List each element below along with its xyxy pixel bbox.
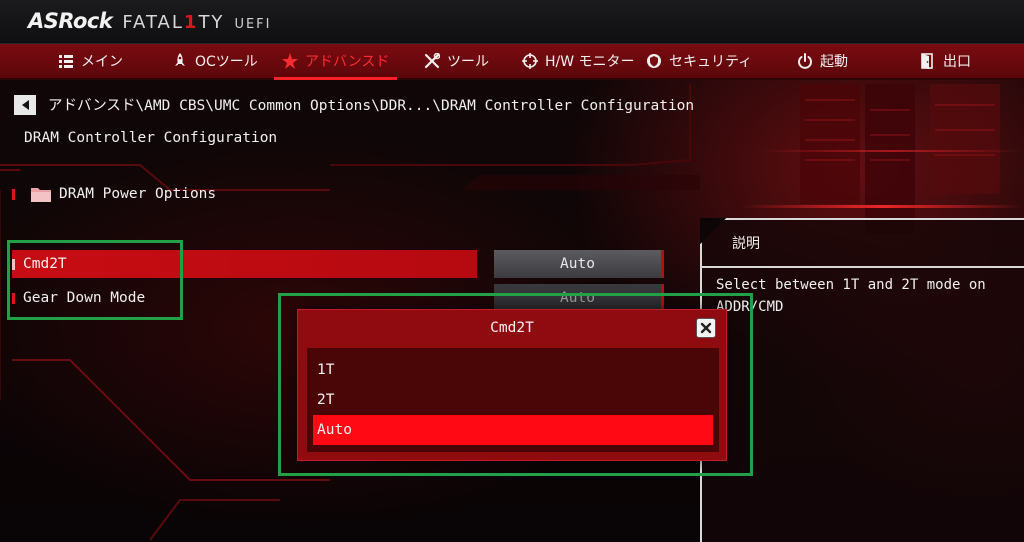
shield-icon <box>646 53 662 69</box>
page-title: DRAM Controller Configuration <box>24 130 278 146</box>
menu-advanced[interactable]: アドバンスド <box>273 44 398 80</box>
menu-hw-monitor[interactable]: H/W モニター <box>522 44 635 78</box>
cmd2t-popup: Cmd2T 1T 2T Auto <box>297 309 727 461</box>
option-gear-down-mode[interactable]: Gear Down Mode <box>12 284 477 312</box>
close-icon[interactable] <box>696 318 716 338</box>
back-arrow-icon[interactable] <box>14 94 36 115</box>
popup-option-1t[interactable]: 1T <box>313 355 713 385</box>
description-text: Select between 1T and 2T mode on ADDR/CM… <box>716 277 986 315</box>
menu-oc-tweaker[interactable]: OCツール <box>172 44 258 78</box>
breadcrumb: アドバンスド\AMD CBS\UMC Common Options\DDR...… <box>14 94 694 115</box>
description-divider <box>702 266 1024 268</box>
option-cmd2t-label: Cmd2T <box>23 256 67 272</box>
folder-icon <box>31 186 51 202</box>
submenu-label: DRAM Power Options <box>59 186 217 202</box>
fatal1ty-logo: FATAL1TY <box>122 12 225 33</box>
option-cmd2t-value[interactable]: Auto <box>494 250 664 278</box>
popup-option-list: 1T 2T Auto <box>307 348 719 452</box>
menu-security[interactable]: セキュリティ <box>646 44 752 78</box>
menu-hw-monitor-label: H/W モニター <box>545 54 635 70</box>
star-icon <box>282 53 298 69</box>
tools-icon <box>424 53 440 69</box>
menu-main-label: メイン <box>81 54 123 70</box>
option-gear-down-mode-value[interactable]: Auto <box>494 284 664 312</box>
row-marker <box>12 258 15 270</box>
asrock-logo: ASRock <box>28 9 113 33</box>
menu-oc-tweaker-label: OCツール <box>195 54 258 70</box>
menu-exit-label: 出口 <box>943 54 971 70</box>
popup-option-2t[interactable]: 2T <box>313 385 713 415</box>
menu-boot-label: 起動 <box>820 54 848 70</box>
power-icon <box>797 53 813 69</box>
popup-title: Cmd2T <box>490 320 534 336</box>
row-marker <box>12 188 15 200</box>
menu-tool[interactable]: ツール <box>424 44 489 78</box>
option-gear-down-mode-label: Gear Down Mode <box>23 290 146 306</box>
description-panel: 説明 Select between 1T and 2T mode on ADDR… <box>700 218 1024 542</box>
menu-main[interactable]: メイン <box>58 44 123 78</box>
submenu-dram-power-options[interactable]: DRAM Power Options <box>12 182 216 206</box>
menu-tool-label: ツール <box>447 54 489 70</box>
menu-advanced-label: アドバンスド <box>305 54 390 70</box>
menu-boot[interactable]: 起動 <box>797 44 848 78</box>
list-icon <box>58 53 74 69</box>
popup-option-auto[interactable]: Auto <box>313 415 713 445</box>
description-title: 説明 <box>732 236 760 252</box>
rocket-icon <box>172 53 188 69</box>
brand-logo: ASRock FATAL1TY UEFI <box>28 9 271 33</box>
exit-door-icon <box>920 53 936 69</box>
breadcrumb-path: アドバンスド\AMD CBS\UMC Common Options\DDR...… <box>48 98 695 114</box>
uefi-label: UEFI <box>234 17 272 32</box>
main-menu-bar: メイン OCツール アドバンスド ツール H/W モニター セキュリティ 起動 … <box>0 44 1024 80</box>
title-bar: ASRock FATAL1TY UEFI <box>0 0 1024 44</box>
crosshair-icon <box>522 53 538 69</box>
menu-exit[interactable]: 出口 <box>920 44 971 78</box>
row-marker <box>12 292 15 304</box>
menu-security-label: セキュリティ <box>669 54 753 70</box>
option-cmd2t[interactable]: Cmd2T <box>12 250 477 278</box>
